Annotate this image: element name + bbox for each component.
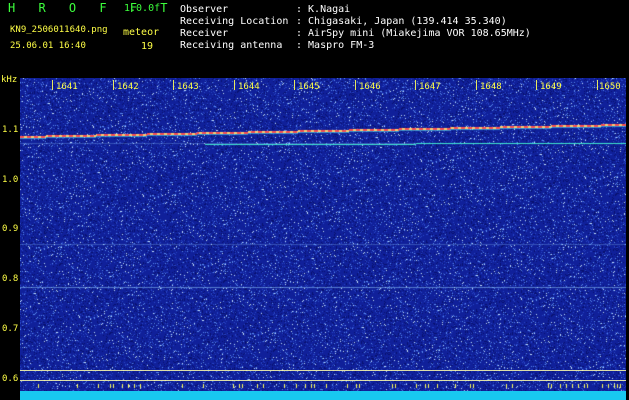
frequency-label: 0.9 xyxy=(2,224,19,234)
time-label: 1648 xyxy=(480,82,502,92)
reference-line xyxy=(20,370,626,371)
time-tick xyxy=(597,80,598,90)
time-label: 1643 xyxy=(177,82,199,92)
observer-value: : K.Nagai xyxy=(296,4,351,15)
noise-floor-band xyxy=(20,391,626,400)
time-tick xyxy=(234,80,235,90)
time-label: 1646 xyxy=(359,82,381,92)
time-tick xyxy=(415,80,416,90)
time-tick xyxy=(476,80,477,90)
time-label: 1650 xyxy=(599,82,621,92)
time-tick xyxy=(536,80,537,90)
time-tick xyxy=(173,80,174,90)
hrofft-window: H R O F F T 1.0.0f KN9_2506011640.png me… xyxy=(0,0,629,400)
spectrogram-plot xyxy=(20,78,626,400)
time-label: 1649 xyxy=(540,82,562,92)
detection-mode: meteor xyxy=(123,27,160,38)
time-label: 1641 xyxy=(56,82,78,92)
file-name: KN9_2506011640.png xyxy=(10,25,108,35)
location-value: : Chigasaki, Japan (139.414 35.340) xyxy=(296,16,507,27)
time-tick xyxy=(52,80,53,90)
receiver-value: : AirSpy mini (Miakejima VOR 108.65MHz) xyxy=(296,28,531,39)
time-tick xyxy=(355,80,356,90)
frequency-unit: kHz xyxy=(1,75,18,85)
frequency-label: 0.8 xyxy=(2,274,19,284)
frequency-label: 1.1 xyxy=(2,125,19,135)
frequency-label: 1.0 xyxy=(2,175,19,185)
time-tick xyxy=(113,80,114,90)
antenna-label: Receiving antenna xyxy=(180,40,283,51)
time-tick xyxy=(294,80,295,90)
location-label: Receiving Location xyxy=(180,16,289,27)
observer-label: Observer xyxy=(180,4,229,15)
frequency-label: 0.6 xyxy=(2,374,19,384)
time-label: 1645 xyxy=(298,82,320,92)
app-version: 1.0.0f xyxy=(124,3,161,14)
echo-count: 19 xyxy=(141,41,154,52)
time-label: 1644 xyxy=(238,82,260,92)
reference-line xyxy=(20,380,626,381)
time-label: 1647 xyxy=(419,82,441,92)
time-label: 1642 xyxy=(117,82,139,92)
spectrogram-noise xyxy=(20,78,626,400)
antenna-value: : Maspro FM-3 xyxy=(296,40,375,51)
frequency-label: 0.7 xyxy=(2,324,19,334)
observation-datetime: 25.06.01 16:40 xyxy=(10,41,86,51)
receiver-label: Receiver xyxy=(180,28,229,39)
